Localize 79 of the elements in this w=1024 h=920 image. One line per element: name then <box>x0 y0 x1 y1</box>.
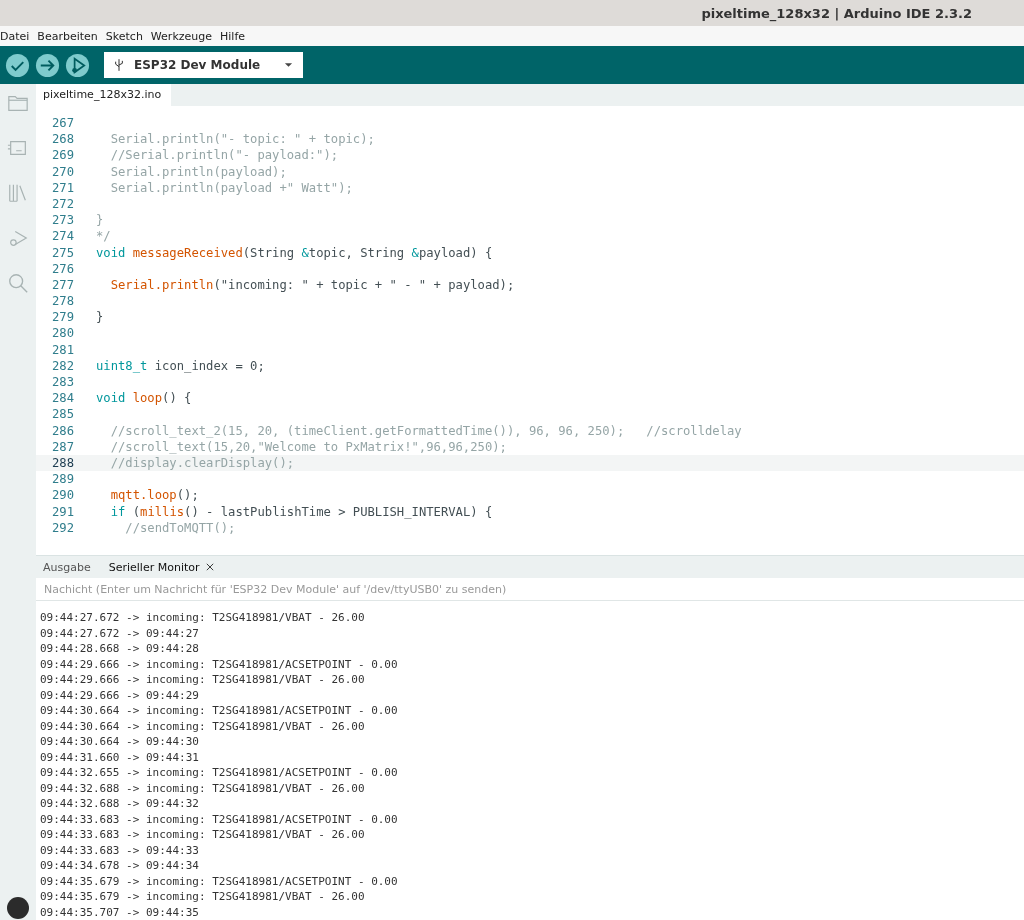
caret-icon <box>284 62 293 68</box>
serial-output-line: 09:44:29.666 -> incoming: T2SG418981/ACSETPOINT - 0.00 <box>40 656 399 672</box>
code-line: void loop() { <box>96 390 192 407</box>
line-number: 282 <box>51 357 74 374</box>
menu-item[interactable]: Hilfe <box>220 29 246 43</box>
line-number: 268 <box>51 131 74 148</box>
line-number: 278 <box>51 293 74 310</box>
line-number: 273 <box>51 212 74 229</box>
serial-output-line: 09:44:30.664 -> 09:44:30 <box>40 734 200 750</box>
line-number: 269 <box>51 147 74 164</box>
code-line: } <box>96 212 104 229</box>
serial-output-line: 09:44:33.683 -> incoming: T2SG418981/ACSETPOINT - 0.00 <box>40 811 399 827</box>
menu-item[interactable]: Bearbeiten <box>37 29 98 43</box>
board-selector[interactable]: ESP32 Dev Module <box>104 52 303 78</box>
code-line: uint8_t icon_index = 0; <box>96 357 265 374</box>
serial-output-line: 09:44:29.666 -> 09:44:29 <box>40 687 200 703</box>
code-line: } <box>96 309 104 326</box>
serial-output-line: 09:44:30.664 -> incoming: T2SG418981/ACSETPOINT - 0.00 <box>40 703 399 719</box>
line-number: 284 <box>51 390 74 407</box>
line-number: 274 <box>51 228 74 245</box>
serial-output-line: 09:44:32.688 -> incoming: T2SG418981/VBAT - 26.00 <box>40 780 366 796</box>
code-line: //display.clearDisplay(); <box>109 454 295 472</box>
avatar-circle[interactable] <box>7 897 29 919</box>
line-number: 287 <box>51 438 74 455</box>
code-line: Serial.println(payload); <box>109 163 287 180</box>
line-number: 280 <box>51 325 74 342</box>
line-number: 286 <box>51 422 74 439</box>
line-number: 291 <box>51 503 74 520</box>
line-number: 290 <box>51 487 74 504</box>
code-line: if (millis() - lastPublishTime > PUBLISH_INTERVAL) { <box>109 503 493 520</box>
serial-output-line: 09:44:35.707 -> 09:44:35 <box>40 904 200 920</box>
serial-output-line: 09:44:32.655 -> incoming: T2SG418981/ACSETPOINT - 0.00 <box>40 765 399 781</box>
code-line: Serial.println(payload +" Watt"); <box>109 179 353 196</box>
menu-item[interactable]: Datei <box>0 29 30 43</box>
line-number: 288 <box>51 454 74 472</box>
serial-output-line: 09:44:29.666 -> incoming: T2SG418981/VBAT - 26.00 <box>40 672 366 688</box>
code-line: //sendToMQTT(); <box>124 519 236 536</box>
serial-output-line: 09:44:33.683 -> 09:44:33 <box>40 842 200 858</box>
verify-check-icon[interactable] <box>5 52 30 78</box>
serial-output-line: 09:44:35.679 -> incoming: T2SG418981/ACSETPOINT - 0.00 <box>40 873 399 889</box>
menu-item[interactable]: Werkzeuge <box>150 29 212 43</box>
code-line: Serial.println("- topic: " + topic); <box>109 131 375 148</box>
serial-output-line: 09:44:33.683 -> incoming: T2SG418981/VBAT - 26.00 <box>40 827 366 843</box>
line-number: 267 <box>51 115 74 132</box>
serial-output-line: 09:44:34.678 -> 09:44:34 <box>40 858 200 874</box>
serial-output-line: 09:44:30.664 -> incoming: T2SG418981/VBAT - 26.00 <box>40 718 366 734</box>
usb-icon <box>114 58 124 72</box>
line-number: 271 <box>51 179 74 196</box>
serial-output-line: 09:44:31.660 -> 09:44:31 <box>40 749 200 765</box>
line-number: 289 <box>51 471 74 488</box>
serial-output-line: 09:44:32.688 -> 09:44:32 <box>40 796 200 812</box>
serial-output-line: 09:44:27.672 -> 09:44:27 <box>40 625 200 641</box>
line-number: 272 <box>51 195 74 213</box>
line-number: 292 <box>51 519 74 536</box>
serial-output-line: 09:44:27.672 -> incoming: T2SG418981/VBAT - 26.00 <box>40 610 366 626</box>
line-number: 283 <box>51 374 74 391</box>
debug-play-icon[interactable] <box>65 52 90 78</box>
panel-tab[interactable]: Serieller Monitor <box>108 556 214 578</box>
panel-tab[interactable]: Ausgabe <box>43 556 91 578</box>
line-number: 277 <box>51 276 74 294</box>
window-title: pixeltime_128x32 | Arduino IDE 2.3.2 <box>701 5 972 21</box>
line-number: 276 <box>51 260 74 277</box>
menu-item[interactable]: Sketch <box>105 29 143 43</box>
line-number: 279 <box>51 309 74 326</box>
serial-output-line: 09:44:28.668 -> 09:44:28 <box>40 641 200 657</box>
code-line: Serial.println("incoming: " + topic + " - " + payload); <box>109 276 515 294</box>
code-line: */ <box>96 228 111 245</box>
close-icon[interactable] <box>205 563 214 572</box>
code-line: //scroll_text_2(15, 20, (timeClient.getFormattedTime()), 96, 96, 250); //scrolldelay <box>109 422 742 439</box>
line-number: 285 <box>51 406 74 423</box>
code-line: mqtt.loop(); <box>109 487 199 504</box>
code-line: void messageReceived(String &topic, String &payload) { <box>96 244 493 261</box>
file-tab[interactable]: pixeltime_128x32.ino <box>36 84 171 106</box>
code-line: //Serial.println("- payload:"); <box>109 147 339 164</box>
line-number: 275 <box>51 244 74 261</box>
code-line: //scroll_text(15,20,"Welcome to PxMatrix!",96,96,250); <box>109 438 507 455</box>
line-number: 270 <box>51 163 74 180</box>
serial-output-line: 09:44:35.679 -> incoming: T2SG418981/VBAT - 26.00 <box>40 889 366 905</box>
line-number: 281 <box>51 341 74 358</box>
